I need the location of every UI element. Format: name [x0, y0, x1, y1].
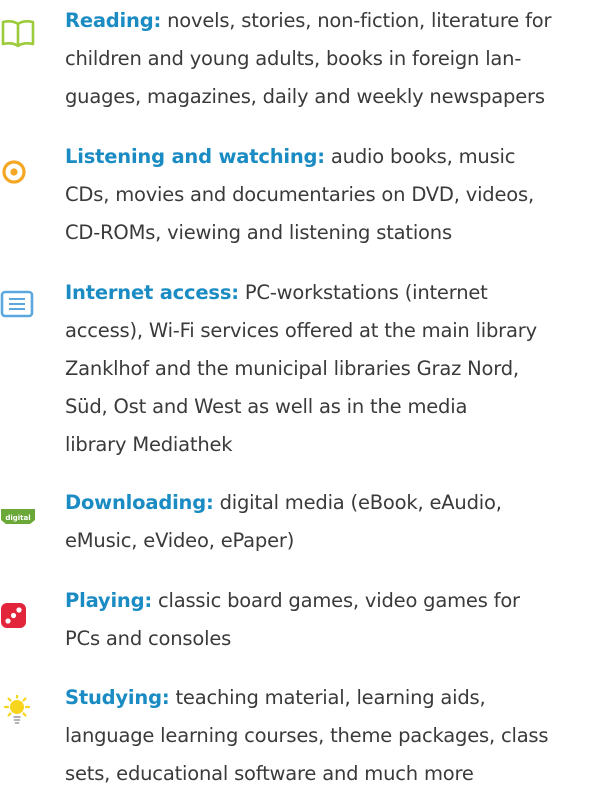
digital-icon-label: digital — [5, 514, 30, 522]
item-line: eMusic, eVideo, ePaper) — [65, 529, 295, 552]
book-icon — [1, 20, 35, 48]
item-title: Studying: — [65, 686, 170, 709]
item-title: Downloading: — [65, 491, 214, 514]
sun-icon — [3, 695, 31, 724]
item-line: language learning courses, theme package… — [65, 724, 549, 747]
item-text: Reading: novels, stories, non-fiction, l… — [65, 2, 585, 116]
item-line: audio books, music — [324, 145, 516, 168]
item-line: CD-ROMs, viewing and listening stations — [65, 221, 452, 244]
item-title: Internet access: — [65, 281, 239, 304]
item-line: classic board games, video games for — [151, 589, 520, 612]
digital-icon: digital — [1, 509, 35, 524]
item-text: Listening and watching: audio books, mus… — [65, 138, 585, 252]
offerings-list: Reading: novels, stories, non-fiction, l… — [0, 0, 592, 790]
item-line: novels, stories, non-fiction, literature… — [161, 9, 552, 32]
item-line: Zanklhof and the municipal libraries Gra… — [65, 357, 519, 380]
item-title: Listening and watching: — [65, 145, 325, 168]
item-line: Süd, Ost and West as well as in the medi… — [65, 395, 468, 418]
dice-icon — [1, 603, 26, 628]
item-line: digital media (eBook, eAudio, — [213, 491, 502, 514]
disc-icon — [2, 160, 26, 184]
item-line: PC-workstations (internet — [238, 281, 488, 304]
item-line: teaching material, learning aids, — [169, 686, 486, 709]
monitor-icon — [0, 290, 34, 318]
item-title: Playing: — [65, 589, 152, 612]
item-text: Studying: teaching material, learning ai… — [65, 679, 585, 793]
item-text: Playing: classic board games, video game… — [65, 582, 585, 658]
item-line: library Mediathek — [65, 433, 233, 456]
item-line: guages, magazines, daily and weekly news… — [65, 85, 545, 108]
item-line: CDs, movies and documentaries on DVD, vi… — [65, 183, 534, 206]
item-line: children and young adults, books in fore… — [65, 47, 522, 70]
item-title: Reading: — [65, 9, 162, 32]
item-text: Downloading: digital media (eBook, eAudi… — [65, 484, 585, 560]
item-line: sets, educational software and much more — [65, 762, 474, 785]
item-line: PCs and consoles — [65, 627, 232, 650]
item-text: Internet access: PC-workstations (intern… — [65, 274, 585, 464]
item-line: access), Wi-Fi services offered at the m… — [65, 319, 537, 342]
